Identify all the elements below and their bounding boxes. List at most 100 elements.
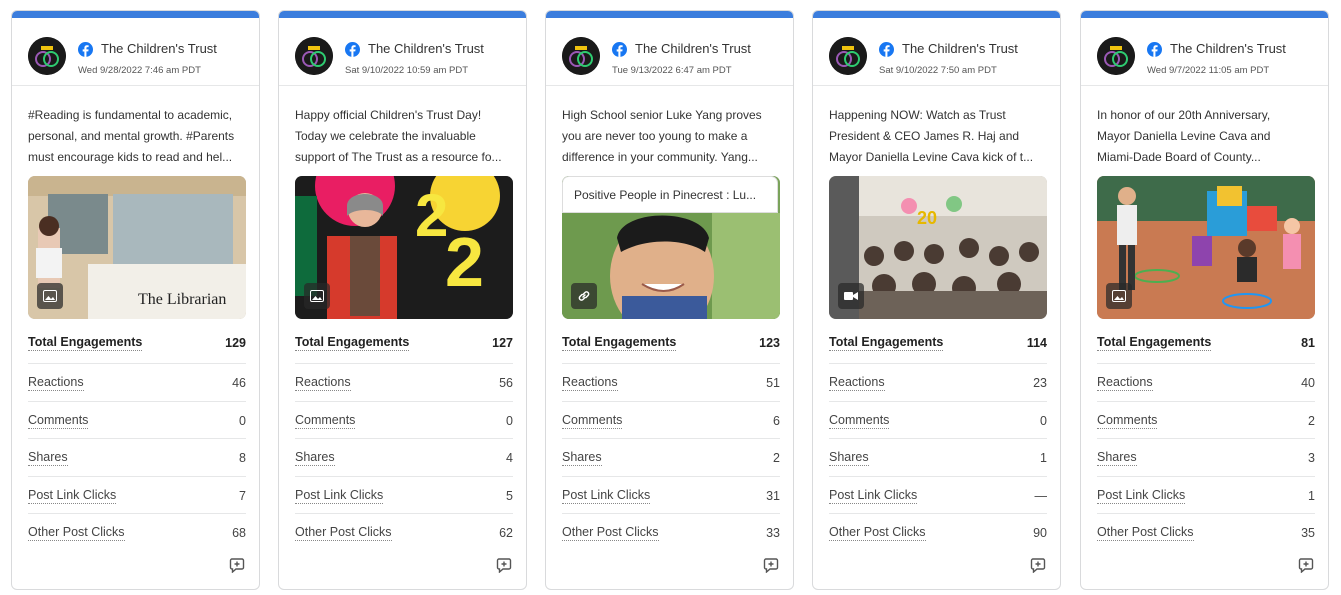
metric-shares: Shares 3 <box>1097 439 1315 477</box>
metric-label[interactable]: Other Post Clicks <box>295 526 392 542</box>
metric-label[interactable]: Comments <box>562 413 623 429</box>
page-name[interactable]: The Children's Trust <box>368 41 484 56</box>
metric-label[interactable]: Comments <box>295 413 356 429</box>
metric-label[interactable]: Reactions <box>295 376 351 391</box>
metric-label[interactable]: Post Link Clicks <box>562 488 651 504</box>
metric-other-post-clicks: Other Post Clicks 62 <box>295 514 513 552</box>
metric-label[interactable]: Other Post Clicks <box>28 526 125 542</box>
card-accent-bar <box>12 11 259 18</box>
comment-icon[interactable] <box>1298 557 1314 573</box>
metric-reactions: Reactions 51 <box>562 364 780 402</box>
post-text-line: personal, and mental growth. #Parents <box>28 129 235 143</box>
page-name[interactable]: The Children's Trust <box>902 41 1018 56</box>
post-media-thumbnail[interactable]: The Librarian <box>28 176 246 319</box>
post-date: Sat 9/10/2022 7:50 am PDT <box>879 65 997 76</box>
engagement-metrics: Total Engagements 127 Reactions 56 Comme… <box>295 334 513 552</box>
comment-icon[interactable] <box>496 557 512 573</box>
post-text: In honor of our 20th Anniversary, Mayor … <box>1097 105 1317 168</box>
metric-label[interactable]: Comments <box>829 413 890 429</box>
metric-value: 81 <box>1301 336 1315 350</box>
metric-label[interactable]: Total Engagements <box>28 336 143 351</box>
avatar[interactable] <box>562 37 600 75</box>
metric-label[interactable]: Other Post Clicks <box>562 526 659 542</box>
post-media-thumbnail[interactable] <box>1097 176 1315 319</box>
avatar[interactable] <box>1097 37 1135 75</box>
photo-icon <box>37 283 63 309</box>
metric-label[interactable]: Shares <box>28 451 68 467</box>
metric-total: Total Engagements 81 <box>1097 334 1315 364</box>
post-text-line: #Reading is fundamental to academic, <box>28 108 233 122</box>
engagement-metrics: Total Engagements 81 Reactions 40 Commen… <box>1097 334 1315 552</box>
metric-label[interactable]: Post Link Clicks <box>295 488 384 504</box>
metric-value: 2 <box>773 451 780 466</box>
metric-label[interactable]: Total Engagements <box>295 336 410 351</box>
post-card[interactable]: The Children's Trust Sat 9/10/2022 7:50 … <box>812 10 1061 590</box>
post-media-thumbnail[interactable]: 2 2 <box>295 176 513 319</box>
card-accent-bar <box>1081 11 1328 18</box>
avatar[interactable] <box>28 37 66 75</box>
post-date: Wed 9/28/2022 7:46 am PDT <box>78 65 201 76</box>
metric-label[interactable]: Post Link Clicks <box>28 488 117 504</box>
post-card[interactable]: The Children's Trust Wed 9/28/2022 7:46 … <box>11 10 260 590</box>
metric-total: Total Engagements 123 <box>562 334 780 364</box>
metric-value: 62 <box>499 526 513 541</box>
link-icon <box>571 283 597 309</box>
post-text-line: you are never too young to make a <box>562 129 748 143</box>
metric-comments: Comments 6 <box>562 402 780 440</box>
metric-shares: Shares 8 <box>28 439 246 477</box>
post-media-thumbnail[interactable]: 20 <box>829 176 1047 319</box>
metric-label[interactable]: Total Engagements <box>829 336 944 351</box>
metric-label[interactable]: Comments <box>1097 413 1158 429</box>
card-accent-bar <box>279 11 526 18</box>
metric-label[interactable]: Post Link Clicks <box>1097 488 1186 504</box>
post-card[interactable]: The Children's Trust Wed 9/7/2022 11:05 … <box>1080 10 1329 590</box>
post-date: Wed 9/7/2022 11:05 am PDT <box>1147 65 1270 76</box>
post-link-preview[interactable]: Positive People in Pinecrest : Lu... <box>562 176 780 319</box>
facebook-icon <box>879 42 894 57</box>
svg-text:2: 2 <box>445 223 484 301</box>
post-text: #Reading is fundamental to academic, per… <box>28 105 248 168</box>
comment-icon[interactable] <box>763 557 779 573</box>
avatar[interactable] <box>829 37 867 75</box>
header-divider <box>12 85 259 86</box>
metric-label[interactable]: Comments <box>28 413 89 429</box>
metric-label[interactable]: Reactions <box>28 376 84 391</box>
photo-icon <box>1106 283 1132 309</box>
metric-label[interactable]: Shares <box>1097 451 1137 467</box>
metric-label[interactable]: Shares <box>562 451 602 467</box>
header-divider <box>546 85 793 86</box>
metric-label[interactable]: Reactions <box>829 376 885 391</box>
header-divider <box>279 85 526 86</box>
page-name[interactable]: The Children's Trust <box>101 41 217 56</box>
card-header: The Children's Trust Sat 9/10/2022 10:59… <box>279 18 526 82</box>
metric-post-link-clicks: Post Link Clicks — <box>829 477 1047 515</box>
metric-label[interactable]: Other Post Clicks <box>1097 526 1194 542</box>
comment-icon[interactable] <box>229 557 245 573</box>
metric-value: 23 <box>1033 376 1047 390</box>
post-text-line: must encourage kids to read and hel... <box>28 150 233 164</box>
metric-label[interactable]: Post Link Clicks <box>829 488 918 504</box>
metric-post-link-clicks: Post Link Clicks 31 <box>562 477 780 515</box>
metric-label[interactable]: Shares <box>829 451 869 467</box>
link-preview-title[interactable]: Positive People in Pinecrest : Lu... <box>562 176 778 213</box>
metric-total: Total Engagements 129 <box>28 334 246 364</box>
page-name[interactable]: The Children's Trust <box>1170 41 1286 56</box>
facebook-icon <box>612 42 627 57</box>
metric-label[interactable]: Reactions <box>562 376 618 391</box>
metric-value: 1 <box>1308 488 1315 503</box>
post-card[interactable]: The Children's Trust Tue 9/13/2022 6:47 … <box>545 10 794 590</box>
metric-label[interactable]: Shares <box>295 451 335 467</box>
engagement-metrics: Total Engagements 114 Reactions 23 Comme… <box>829 334 1047 552</box>
metric-label[interactable]: Reactions <box>1097 376 1153 391</box>
post-card[interactable]: The Children's Trust Sat 9/10/2022 10:59… <box>278 10 527 590</box>
metric-label[interactable]: Other Post Clicks <box>829 526 926 542</box>
post-text: Happening NOW: Watch as Trust President … <box>829 105 1049 168</box>
metric-value: 33 <box>766 526 780 541</box>
metric-label[interactable]: Total Engagements <box>1097 336 1212 351</box>
metric-total: Total Engagements 114 <box>829 334 1047 364</box>
comment-icon[interactable] <box>1030 557 1046 573</box>
metric-label[interactable]: Total Engagements <box>562 336 677 351</box>
avatar[interactable] <box>295 37 333 75</box>
page-name[interactable]: The Children's Trust <box>635 41 751 56</box>
header-divider <box>813 85 1060 86</box>
